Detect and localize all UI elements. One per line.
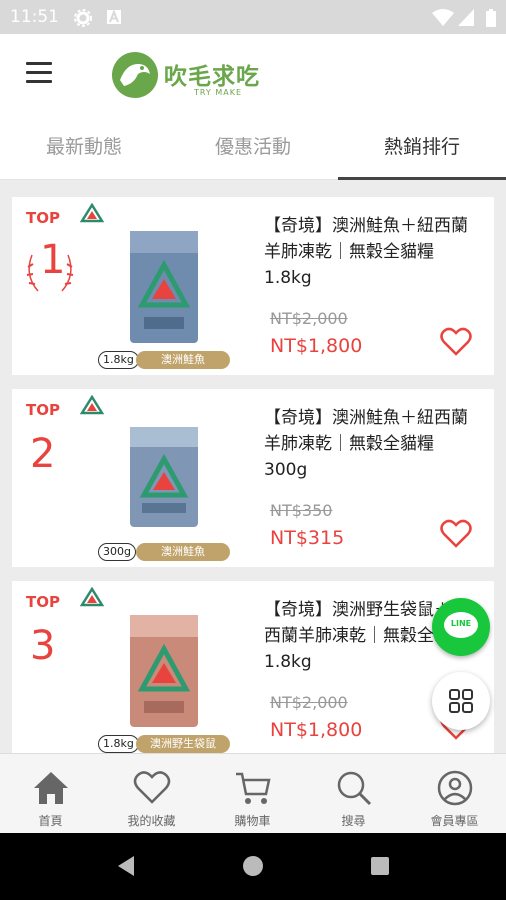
product-name: 【奇境】澳洲鮭魚＋紐西蘭羊肺凍乾｜無穀全貓糧 1.8kg <box>264 216 468 288</box>
flavor-tag: 澳洲野生袋鼠 <box>136 735 230 753</box>
rank-number: 2 <box>30 431 56 477</box>
brand-logo-icon <box>80 395 104 415</box>
status-time: 11:51 <box>10 7 59 27</box>
favorite-heart-icon[interactable] <box>440 519 472 549</box>
recents-icon[interactable] <box>370 856 390 876</box>
cart-icon <box>236 772 271 804</box>
sale-price: NT$315 <box>270 527 345 549</box>
heart-icon <box>133 771 171 804</box>
nav-label: 我的收藏 <box>127 814 176 828</box>
nav-favorites[interactable]: 我的收藏 <box>101 754 202 834</box>
top-label: TOP <box>26 209 60 227</box>
quick-menu-button[interactable] <box>432 672 490 730</box>
wifi-icon <box>432 9 454 26</box>
nav-label: 搜尋 <box>341 814 366 828</box>
weight-tag: 300g <box>98 543 136 561</box>
product-list: TOP 1 1.8kg 澳洲鮭魚 【奇境】澳洲鮭魚＋紐西蘭羊肺凍乾｜無穀全貓糧 … <box>0 181 506 753</box>
sale-price: NT$1,800 <box>270 719 363 741</box>
nav-label: 購物車 <box>234 814 271 828</box>
home-icon <box>34 772 68 804</box>
product-image <box>130 231 198 343</box>
weight-tag: 1.8kg <box>98 351 139 369</box>
product-card[interactable]: TOP 1 1.8kg 澳洲鮭魚 【奇境】澳洲鮭魚＋紐西蘭羊肺凍乾｜無穀全貓糧 … <box>12 197 494 375</box>
cat-logo-icon <box>112 52 158 98</box>
nav-label: 首頁 <box>38 814 63 828</box>
product-name: 【奇境】澳洲鮭魚＋紐西蘭羊肺凍乾｜無穀全貓糧 300g <box>264 408 468 480</box>
nav-search[interactable]: 搜尋 <box>303 754 404 834</box>
product-image <box>130 427 198 527</box>
line-chat-label: LINE <box>450 619 472 628</box>
rank-number: 1 <box>40 237 66 283</box>
logo-text: 吹毛求吃 <box>164 64 260 90</box>
tab-latest-news[interactable]: 最新動態 <box>0 114 168 180</box>
original-price: NT$350 <box>270 501 333 520</box>
nav-label: 會員專區 <box>430 814 479 828</box>
product-card[interactable]: TOP 3 1.8kg 澳洲野生袋鼠 【奇境】澳洲野生袋鼠＋紐西蘭羊肺凍乾｜無穀… <box>12 581 494 753</box>
original-price: NT$2,000 <box>270 693 348 712</box>
original-price: NT$2,000 <box>270 309 348 328</box>
flavor-tag: 澳洲鮭魚 <box>136 351 230 369</box>
logo-subtext: TRY MAKE <box>194 88 243 97</box>
top-label: TOP <box>26 401 60 419</box>
rank-number: 3 <box>30 623 56 669</box>
menu-button[interactable] <box>26 62 52 84</box>
nav-member[interactable]: 會員專區 <box>404 754 505 834</box>
search-icon <box>337 771 372 806</box>
brand-logo-icon <box>80 203 104 223</box>
settings-icon <box>74 9 92 27</box>
brand-logo-icon <box>80 587 104 607</box>
tab-promotions[interactable]: 優惠活動 <box>169 114 337 180</box>
top-label: TOP <box>26 593 60 611</box>
home-circle-icon[interactable] <box>242 855 264 877</box>
app-logo[interactable]: 吹毛求吃 TRY MAKE <box>110 50 290 100</box>
back-icon[interactable] <box>116 855 136 877</box>
flavor-tag: 澳洲鮭魚 <box>136 543 230 561</box>
app-bar: 吹毛求吃 TRY MAKE <box>0 34 506 114</box>
signal-icon <box>458 9 474 26</box>
weight-tag: 1.8kg <box>98 735 139 753</box>
category-tabs: 最新動態 優惠活動 熱銷排行 <box>0 114 506 180</box>
bottom-navigation: 首頁 我的收藏 購物車 搜尋 會員專區 <box>0 753 506 833</box>
user-icon <box>437 770 473 806</box>
nav-cart[interactable]: 購物車 <box>202 754 303 834</box>
product-card[interactable]: TOP 2 300g 澳洲鮭魚 【奇境】澳洲鮭魚＋紐西蘭羊肺凍乾｜無穀全貓糧 3… <box>12 389 494 567</box>
favorite-heart-icon[interactable] <box>440 327 472 357</box>
active-tab-indicator <box>338 177 506 180</box>
nav-home[interactable]: 首頁 <box>0 754 101 834</box>
product-image <box>130 615 198 727</box>
sale-price: NT$1,800 <box>270 335 363 357</box>
grid-icon <box>449 689 473 713</box>
system-navigation-bar <box>0 833 506 900</box>
battery-icon <box>486 9 496 27</box>
line-chat-button[interactable]: LINE <box>432 598 490 656</box>
tab-best-sellers[interactable]: 熱銷排行 <box>338 114 506 180</box>
status-bar: 11:51 <box>0 0 506 34</box>
notification-a-icon <box>107 9 121 24</box>
